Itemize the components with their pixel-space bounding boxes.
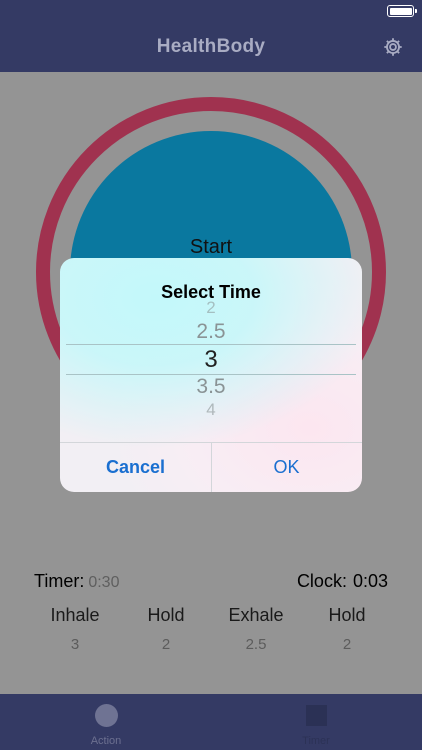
phase-label-hold-2: Hold: [328, 605, 366, 625]
navigation-bar: HealthBody: [0, 0, 422, 72]
select-time-dialog: Select Time 2 2.5 3 3.5 4 Cancel OK: [60, 258, 362, 492]
timer-label: Timer:: [34, 571, 85, 591]
tab-label-timer: Timer: [302, 735, 330, 747]
cancel-button[interactable]: Cancel: [60, 442, 211, 492]
timer-value[interactable]: 0:30: [88, 574, 119, 591]
picker-option[interactable]: 2.5: [60, 320, 362, 344]
phase-value-exhale[interactable]: 2.5: [206, 636, 306, 653]
phase-value-inhale[interactable]: 3: [25, 636, 125, 653]
gear-icon[interactable]: [382, 36, 404, 58]
phase-label-exhale: Exhale: [228, 605, 284, 625]
clock-label: Clock:: [296, 571, 347, 591]
ok-button[interactable]: OK: [211, 442, 362, 492]
picker-option[interactable]: 3.5: [60, 375, 362, 399]
clock-readout: Clock: 0:03: [297, 571, 388, 592]
square-icon: [306, 705, 327, 726]
picker-option[interactable]: 4: [60, 400, 362, 420]
tab-timer[interactable]: Timer: [256, 694, 376, 750]
phase-label-hold: Hold: [147, 605, 185, 625]
circle-icon: [95, 704, 118, 727]
phase-value-hold[interactable]: 2: [116, 636, 216, 653]
start-label[interactable]: Start: [0, 236, 422, 259]
timer-readout: Timer: 0:30: [34, 571, 119, 592]
picker-selection-top-line: [66, 344, 356, 345]
tab-label-action: Action: [90, 735, 122, 747]
tab-action[interactable]: Action: [46, 694, 166, 750]
picker-option[interactable]: 2: [60, 298, 362, 318]
phase-label-inhale: Inhale: [50, 605, 100, 625]
battery-icon: [387, 5, 417, 17]
picker-option-selected[interactable]: 3: [60, 346, 362, 374]
tab-bar: Action Timer: [0, 694, 422, 750]
app-title: HealthBody: [156, 36, 266, 57]
phase-value-hold-2[interactable]: 2: [297, 636, 397, 653]
clock-value: 0:03: [352, 571, 388, 591]
